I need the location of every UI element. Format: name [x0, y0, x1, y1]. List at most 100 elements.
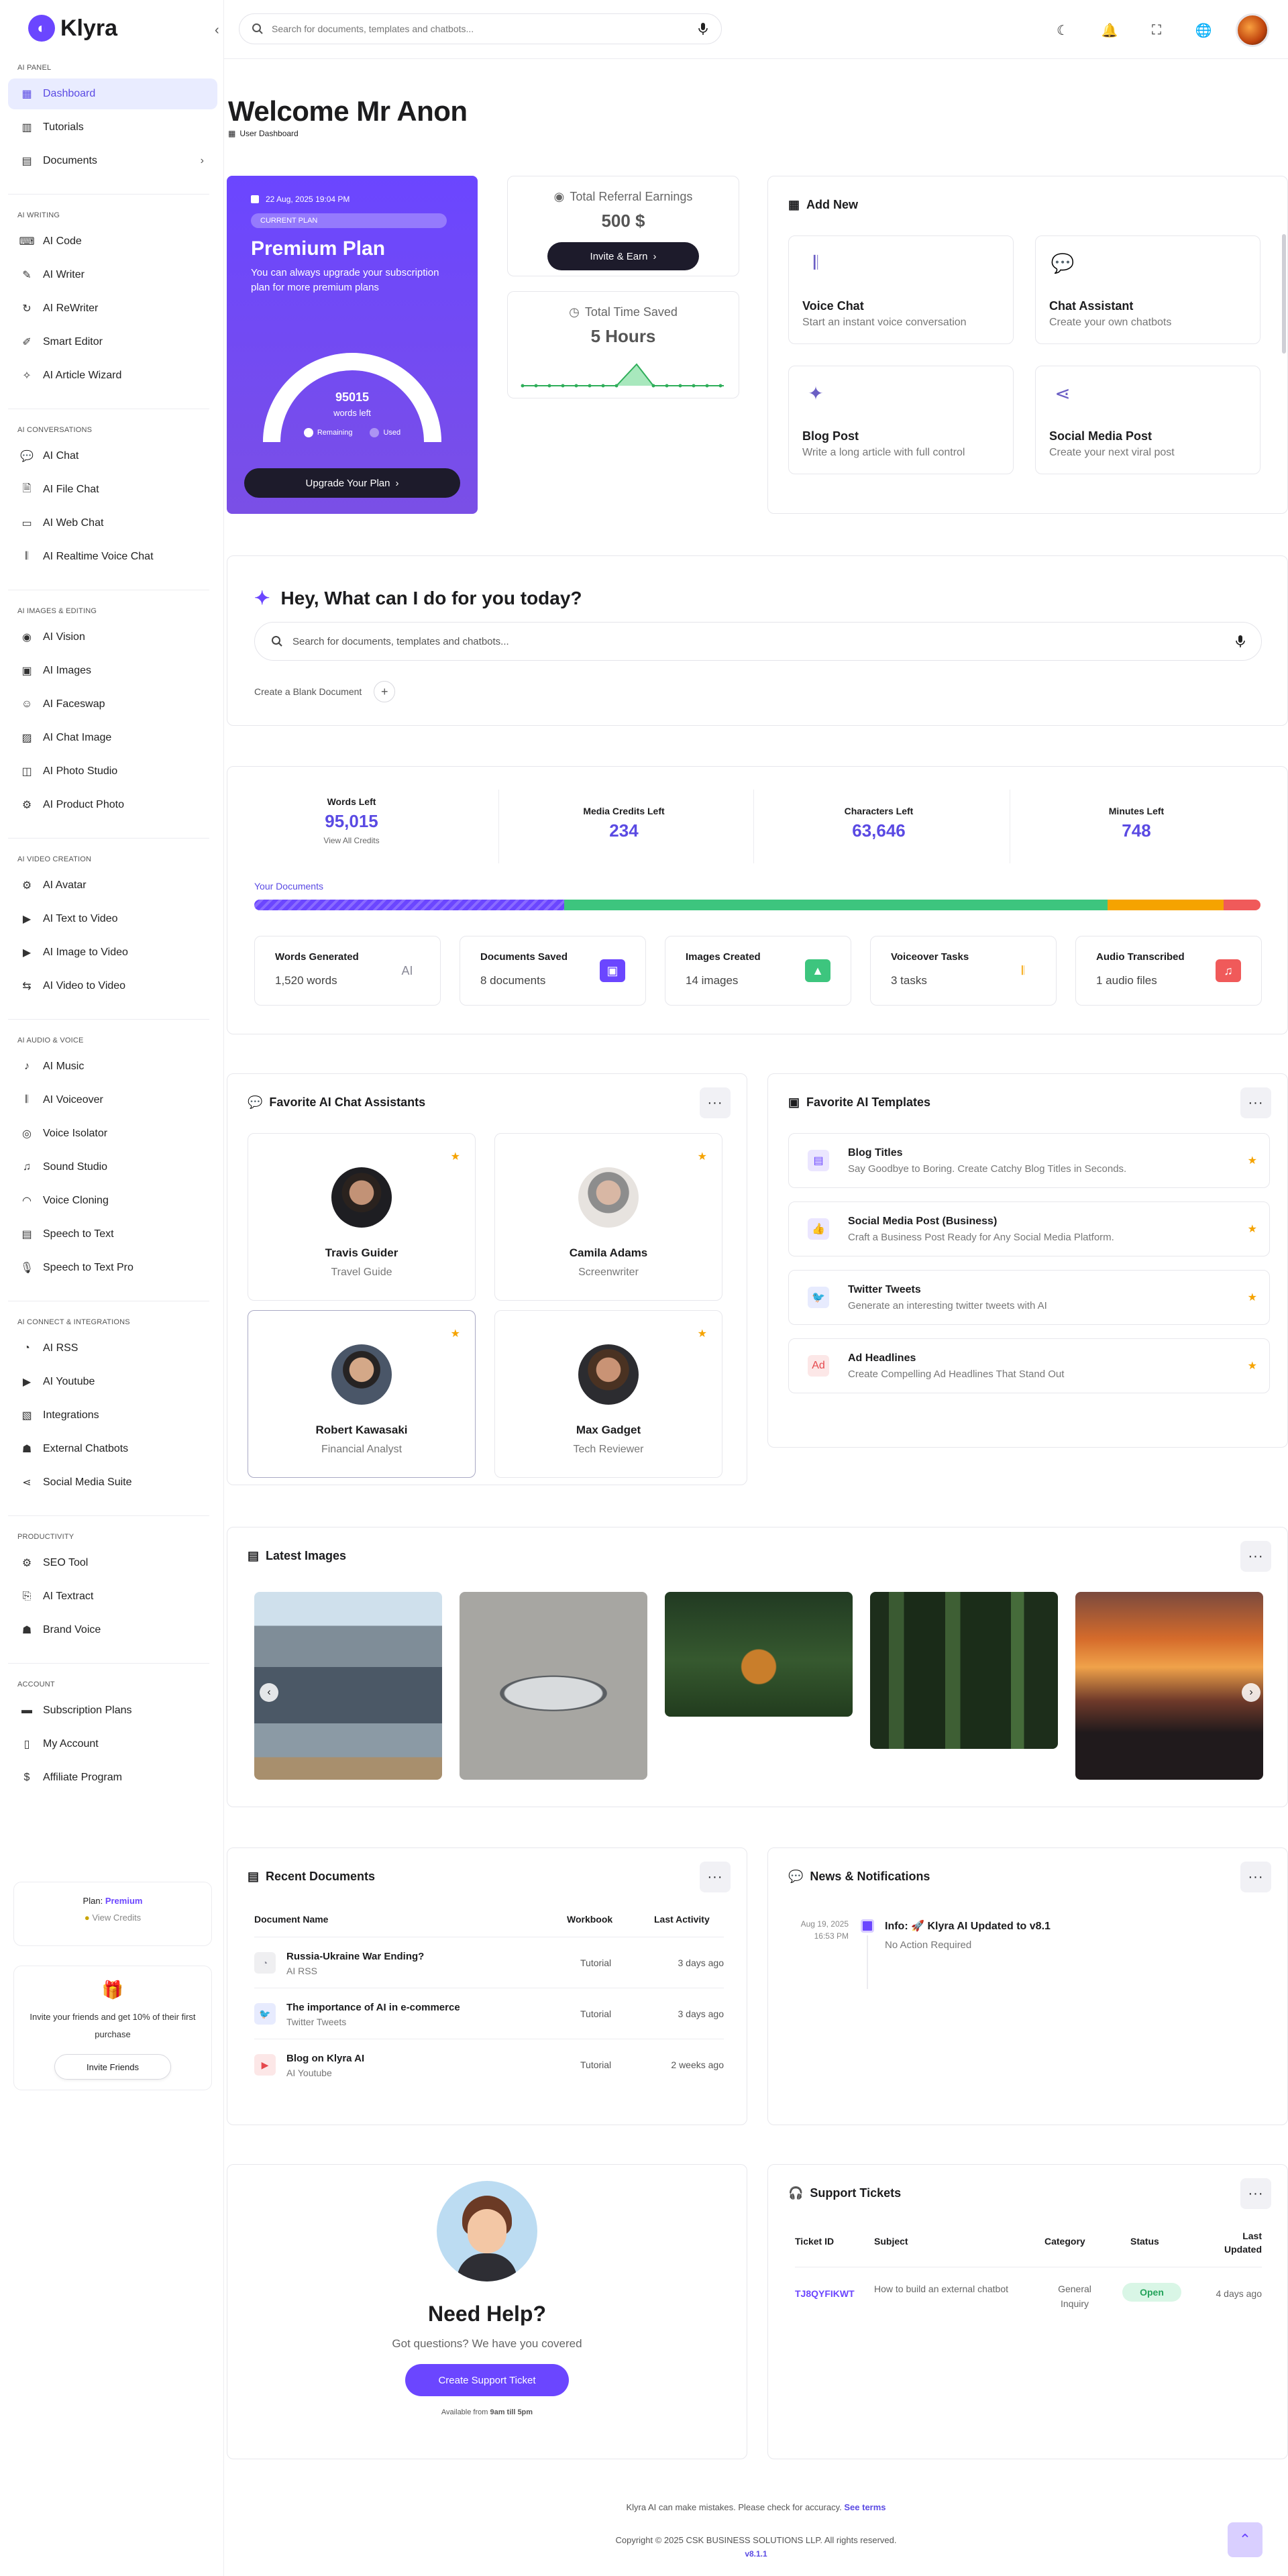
- global-search[interactable]: Search for documents, templates and chat…: [239, 13, 722, 44]
- table-row[interactable]: 🐦 The importance of AI in e-commerce Twitt…: [254, 1988, 724, 2039]
- view-all-credits-link[interactable]: View All Credits: [227, 836, 476, 845]
- sidebar-item-ai-rewriter[interactable]: ↻ AI ReWriter: [8, 293, 217, 324]
- favorite-star-icon[interactable]: ★: [698, 1150, 707, 1163]
- sidebar-item-sound-studio[interactable]: ♫ Sound Studio: [8, 1152, 217, 1183]
- template-item-twitter-tweets[interactable]: 🐦 Twitter Tweets Generate an interesting t…: [788, 1270, 1270, 1325]
- app-logo[interactable]: ◐ Klyra: [28, 15, 117, 42]
- microphone-icon[interactable]: [1236, 635, 1245, 648]
- microphone-icon[interactable]: [698, 22, 708, 36]
- sidebar-item-ai-vision[interactable]: ◉ AI Vision: [8, 622, 217, 653]
- sidebar-item-documents[interactable]: ▤ Documents ›: [8, 146, 217, 176]
- sidebar-item-ai-chat-image[interactable]: ▨ AI Chat Image: [8, 722, 217, 753]
- assistant-card-robert-kawasaki[interactable]: Robert Kawasaki Financial Analyst ★: [248, 1310, 476, 1478]
- sidebar-item-speech-to-text[interactable]: ▤ Speech to Text: [8, 1219, 217, 1250]
- sidebar-item-voice-isolator[interactable]: ◎ Voice Isolator: [8, 1118, 217, 1149]
- sidebar-item-ai-file-chat[interactable]: 🗎 AI File Chat: [8, 474, 217, 505]
- carousel-prev-button[interactable]: ‹: [260, 1683, 278, 1702]
- image-mountain-sunset[interactable]: [1075, 1592, 1263, 1780]
- sidebar-item-ai-chat[interactable]: 💬 AI Chat: [8, 441, 217, 472]
- sidebar-item-tutorials[interactable]: ▥ Tutorials: [8, 112, 217, 143]
- language-globe-icon[interactable]: 🌐: [1189, 15, 1218, 45]
- sidebar-item-ai-image-to-video[interactable]: ▶ AI Image to Video: [8, 937, 217, 968]
- plus-icon[interactable]: +: [374, 681, 396, 702]
- sidebar-item-external-chatbots[interactable]: ☗ External Chatbots: [8, 1434, 217, 1464]
- sidebar-item-subscription-plans[interactable]: ▬ Subscription Plans: [8, 1695, 217, 1726]
- template-item-ad-headlines[interactable]: Ad Ad Headlines Create Compelling Ad Headl…: [788, 1338, 1270, 1393]
- tile-blog-post[interactable]: ✦ Blog Post Write a long article with fu…: [788, 366, 1014, 474]
- sidebar-item-ai-product-photo[interactable]: ⚙ AI Product Photo: [8, 790, 217, 820]
- ticket-id[interactable]: TJ8QYFIKWT: [795, 2288, 855, 2299]
- sidebar-item-dashboard[interactable]: ▦ Dashboard: [8, 78, 217, 109]
- sidebar-item-my-account[interactable]: ▯ My Account: [8, 1729, 217, 1760]
- bell-icon[interactable]: 🔔: [1095, 15, 1124, 45]
- invite-friends-button[interactable]: Invite Friends: [54, 2054, 171, 2080]
- doc-name[interactable]: The importance of AI in e-commerce: [286, 2002, 460, 2013]
- carousel-next-button[interactable]: ›: [1242, 1683, 1260, 1702]
- sidebar-item-ai-faceswap[interactable]: ☺ AI Faceswap: [8, 689, 217, 720]
- more-options-button[interactable]: ···: [1240, 1087, 1271, 1118]
- sidebar-item-ai-photo-studio[interactable]: ◫ AI Photo Studio: [8, 756, 217, 787]
- sidebar-item-ai-text-to-video[interactable]: ▶ AI Text to Video: [8, 904, 217, 934]
- image-forest-path[interactable]: [870, 1592, 1058, 1749]
- sidebar-item-speech-to-text-pro[interactable]: 🎙 Speech to Text Pro: [8, 1252, 217, 1283]
- sidebar-item-ai-realtime-voice-chat[interactable]: 𝄃 AI Realtime Voice Chat: [8, 541, 217, 572]
- doc-name[interactable]: Russia-Ukraine War Ending?: [286, 1951, 424, 1962]
- sidebar-item-ai-video-to-video[interactable]: ⇆ AI Video to Video: [8, 971, 217, 1002]
- tile-social-media-post[interactable]: ⋖ Social Media Post Create your next vir…: [1035, 366, 1260, 474]
- image-glass-building[interactable]: [254, 1592, 442, 1780]
- user-avatar[interactable]: [1236, 13, 1269, 47]
- favorite-star-icon[interactable]: ★: [1248, 1222, 1257, 1236]
- dark-mode-icon[interactable]: ☾: [1048, 15, 1077, 45]
- upgrade-plan-button[interactable]: Upgrade Your Plan ›: [244, 468, 460, 498]
- see-terms-link[interactable]: See terms: [844, 2502, 885, 2512]
- create-blank-document[interactable]: Create a Blank Document +: [254, 681, 396, 702]
- image-tiger-forest[interactable]: [665, 1592, 853, 1717]
- add-new-scrollbar[interactable]: [1282, 234, 1286, 354]
- sidebar-item-ai-music[interactable]: ♪ AI Music: [8, 1051, 217, 1082]
- favorite-star-icon[interactable]: ★: [1248, 1154, 1257, 1167]
- more-options-button[interactable]: ···: [1240, 1541, 1271, 1572]
- sidebar-item-ai-images[interactable]: ▣ AI Images: [8, 655, 217, 686]
- sidebar-item-social-media-suite[interactable]: ⋖ Social Media Suite: [8, 1467, 217, 1498]
- table-row[interactable]: ▶ Blog on Klyra AI AI Youtube Tutorial 2 wee…: [254, 2039, 724, 2090]
- sidebar-item-ai-voiceover[interactable]: 𝄃 AI Voiceover: [8, 1085, 217, 1116]
- doc-name[interactable]: Blog on Klyra AI: [286, 2053, 364, 2064]
- sidebar-item-ai-web-chat[interactable]: ▭ AI Web Chat: [8, 508, 217, 539]
- sidebar-item-affiliate-program[interactable]: $ Affiliate Program: [8, 1762, 217, 1793]
- sidebar-item-ai-code[interactable]: ⌨ AI Code: [8, 226, 217, 257]
- sidebar-item-ai-writer[interactable]: ✎ AI Writer: [8, 260, 217, 290]
- more-options-button[interactable]: ···: [700, 1862, 731, 1892]
- favorite-star-icon[interactable]: ★: [698, 1327, 707, 1340]
- scroll-to-top-button[interactable]: ⌃: [1228, 2522, 1263, 2557]
- assistant-card-camila-adams[interactable]: Camila Adams Screenwriter ★: [494, 1133, 722, 1301]
- sidebar-item-ai-rss[interactable]: ◔ AI RSS: [8, 1333, 217, 1364]
- collapse-sidebar-icon[interactable]: ‹: [215, 23, 219, 38]
- create-support-ticket-button[interactable]: Create Support Ticket: [405, 2364, 569, 2396]
- sidebar-item-seo-tool[interactable]: ⚙ SEO Tool: [8, 1548, 217, 1578]
- more-options-button[interactable]: ···: [1240, 2178, 1271, 2209]
- favorite-star-icon[interactable]: ★: [451, 1150, 460, 1163]
- table-row[interactable]: ◔ Russia-Ukraine War Ending? AI RSS Tutoria…: [254, 1937, 724, 1988]
- more-options-button[interactable]: ···: [700, 1087, 731, 1118]
- sidebar-item-ai-avatar[interactable]: ⚙ AI Avatar: [8, 870, 217, 901]
- tile-voice-chat[interactable]: 𝄃 Voice Chat Start an instant voice conv…: [788, 235, 1014, 344]
- assistant-card-max-gadget[interactable]: Max Gadget Tech Reviewer ★: [494, 1310, 722, 1478]
- template-item-social-media-post-business-[interactable]: 👍 Social Media Post (Business) Craft a Bus…: [788, 1201, 1270, 1256]
- assistant-card-travis-guider[interactable]: Travis Guider Travel Guide ★: [248, 1133, 476, 1301]
- assistant-search-input[interactable]: Search for documents, templates and chat…: [254, 622, 1262, 661]
- invite-earn-button[interactable]: Invite & Earn ›: [547, 242, 699, 270]
- sidebar-item-voice-cloning[interactable]: ◠ Voice Cloning: [8, 1185, 217, 1216]
- sidebar-item-brand-voice[interactable]: ☗ Brand Voice: [8, 1615, 217, 1646]
- view-credits-link[interactable]: ● View Credits: [14, 1913, 211, 1923]
- tile-chat-assistant[interactable]: 💬 Chat Assistant Create your own chatbot…: [1035, 235, 1260, 344]
- sidebar-item-ai-textract[interactable]: ⎘ AI Textract: [8, 1581, 217, 1612]
- more-options-button[interactable]: ···: [1240, 1862, 1271, 1892]
- sidebar-item-ai-youtube[interactable]: ▶ AI Youtube: [8, 1366, 217, 1397]
- favorite-star-icon[interactable]: ★: [451, 1327, 460, 1340]
- favorite-star-icon[interactable]: ★: [1248, 1359, 1257, 1373]
- sidebar-item-integrations[interactable]: ▧ Integrations: [8, 1400, 217, 1431]
- favorite-star-icon[interactable]: ★: [1248, 1291, 1257, 1304]
- news-headline[interactable]: Info: 🚀 Klyra AI Updated to v8.1: [885, 1919, 1051, 1933]
- template-item-blog-titles[interactable]: ▤ Blog Titles Say Goodbye to Boring. Creat…: [788, 1133, 1270, 1188]
- image-sports-car[interactable]: [460, 1592, 647, 1780]
